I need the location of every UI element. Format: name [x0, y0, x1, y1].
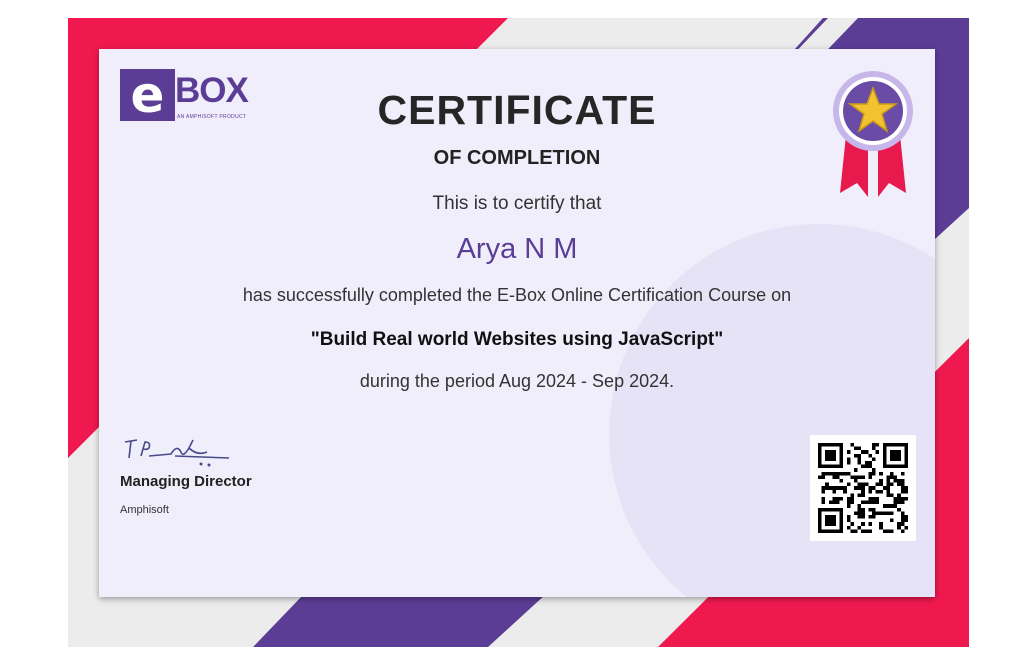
signatory-title: Managing Director: [120, 473, 252, 490]
certificate-card: e BOX AN AMPHISOFT PRODUCT CERTIFICATE O…: [99, 49, 935, 597]
course-name: "Build Real world Websites using JavaScr…: [310, 329, 724, 350]
signatory-organization: Amphisoft: [120, 504, 169, 516]
course-period: during the period Aug 2024 - Sep 2024.: [359, 371, 675, 391]
recipient-name: Arya N M: [456, 233, 578, 265]
completion-statement: has successfully completed the E-Box Onl…: [242, 285, 792, 305]
e-watermark: [609, 224, 935, 597]
star-medal-icon: [833, 71, 913, 197]
certificate-title: CERTIFICATE: [377, 87, 657, 133]
certificate-frame: e BOX AN AMPHISOFT PRODUCT CERTIFICATE O…: [68, 18, 969, 647]
signature-icon: [124, 439, 230, 467]
certify-intro: This is to certify that: [432, 193, 602, 214]
certificate-subtitle: OF COMPLETION: [433, 147, 601, 169]
qr-code-icon: [810, 435, 916, 541]
